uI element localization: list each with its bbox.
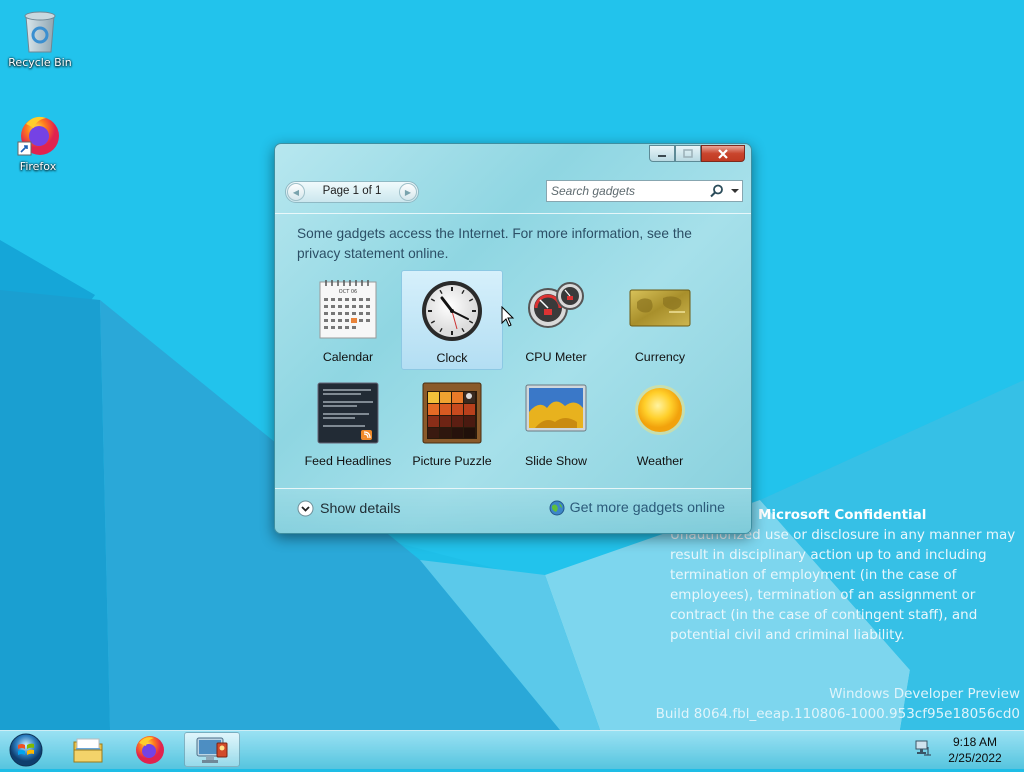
next-page-button[interactable]: ▶ (399, 183, 417, 201)
toolbar-divider (275, 213, 751, 214)
show-details-button[interactable]: Show details (297, 500, 400, 517)
taskbar: 9:18 AM 2/25/2022 (0, 730, 1024, 769)
taskbar-clock[interactable]: 9:18 AM 2/25/2022 (940, 734, 1010, 766)
gadget-clock[interactable]: Clock (401, 270, 503, 370)
minimize-button[interactable] (649, 145, 675, 162)
feed-headlines-gadget-icon (317, 382, 379, 444)
gadget-currency[interactable]: Currency (609, 270, 711, 370)
close-icon (718, 148, 728, 159)
clock-time: 9:18 AM (952, 735, 998, 749)
get-more-gadgets-label: Get more gadgets online (569, 500, 725, 516)
watermark-line: employees), termination of an assignment… (670, 587, 976, 603)
calendar-month-text: OCT 06 (339, 289, 357, 295)
gadget-calendar[interactable]: OCT 06 Calendar (297, 270, 399, 370)
taskbar-desktop-gadgets-button[interactable] (184, 732, 240, 767)
gadgets-footer: Show details Get more gadgets online (275, 488, 751, 533)
close-button[interactable] (701, 145, 745, 162)
desktop-icon-label: Firefox (19, 160, 57, 173)
desktop-icon-recycle-bin[interactable]: Recycle Bin (2, 8, 78, 69)
search-gadgets-box (546, 180, 743, 202)
search-icon[interactable] (710, 184, 724, 198)
clock-date: 2/25/2022 (948, 751, 1002, 765)
search-dropdown-icon[interactable] (731, 189, 739, 193)
globe-icon (549, 500, 565, 516)
desktop-icon-firefox[interactable]: Firefox (0, 112, 76, 173)
internet-notice: Some gadgets access the Internet. For mo… (297, 226, 692, 261)
picture-puzzle-gadget-icon (422, 382, 482, 444)
clock-gadget-icon (422, 281, 482, 341)
gadget-gallery: OCT 06 Calendar Clock CPU Meter Currency… (297, 270, 713, 478)
taskbar-firefox-button[interactable] (122, 732, 178, 767)
start-button[interactable] (4, 732, 44, 768)
page-label: Page 1 of 1 (322, 185, 382, 197)
gadgets-icon (196, 737, 228, 763)
watermark-line: result in disciplinary action up to and … (670, 547, 987, 563)
gadget-picture-puzzle[interactable]: Picture Puzzle (401, 374, 503, 474)
gadget-name: Weather (636, 454, 684, 468)
mouse-cursor-icon (501, 306, 515, 327)
watermark-line: termination of employment (in the case o… (670, 567, 957, 583)
gadgets-window: ◀ Page 1 of 1 ▶ Some gadgets access the … (274, 143, 752, 534)
gadget-name: Clock (436, 351, 468, 365)
firefox-icon (136, 735, 164, 764)
gadget-slide-show[interactable]: Slide Show (505, 374, 607, 474)
page-navigator: ◀ Page 1 of 1 ▶ (285, 181, 419, 203)
cpu-meter-gadget-icon (528, 282, 584, 328)
recycle-bin-icon (24, 11, 56, 53)
get-more-gadgets-link[interactable]: Get more gadgets online (549, 500, 725, 516)
calendar-gadget-icon: OCT 06 (319, 280, 377, 339)
minimize-icon (658, 154, 666, 157)
desktop-icon-label: Recycle Bin (8, 56, 72, 69)
currency-gadget-icon (629, 289, 691, 327)
previous-page-button[interactable]: ◀ (287, 183, 305, 201)
gadget-feed-headlines[interactable]: Feed Headlines (297, 374, 399, 474)
gadgets-toolbar: ◀ Page 1 of 1 ▶ (285, 180, 743, 203)
weather-sun-icon (635, 385, 685, 435)
network-tray-icon[interactable] (914, 739, 932, 757)
gadget-name: Currency (634, 350, 686, 364)
maximize-icon (683, 149, 693, 158)
gadget-weather[interactable]: Weather (609, 374, 711, 474)
chevron-down-circle-icon (297, 500, 314, 517)
maximize-button[interactable] (675, 145, 701, 162)
gadget-name: Calendar (322, 350, 374, 364)
chevron-right-icon: ▶ (404, 187, 412, 197)
watermark-line: contract (in the case of contingent staf… (670, 607, 978, 623)
search-gadgets-input[interactable] (551, 183, 701, 199)
watermark-line: potential civil and criminal liability. (670, 627, 905, 643)
window-controls (649, 145, 745, 162)
firefox-icon (17, 116, 59, 156)
chevron-left-icon: ◀ (292, 187, 300, 197)
gadget-cpu-meter[interactable]: CPU Meter (505, 270, 607, 370)
show-details-label: Show details (320, 500, 401, 517)
build-watermark: Windows Developer Preview Build 8064.fbl… (656, 684, 1020, 724)
build-name: Windows Developer Preview (829, 686, 1020, 702)
taskbar-file-explorer-button[interactable] (60, 732, 116, 767)
folder-icon (73, 738, 103, 762)
windows-logo-icon (9, 733, 43, 767)
slide-show-gadget-icon (525, 384, 587, 432)
build-number: Build 8064.fbl_eeap.110806-1000.953cf95e… (655, 706, 1020, 722)
